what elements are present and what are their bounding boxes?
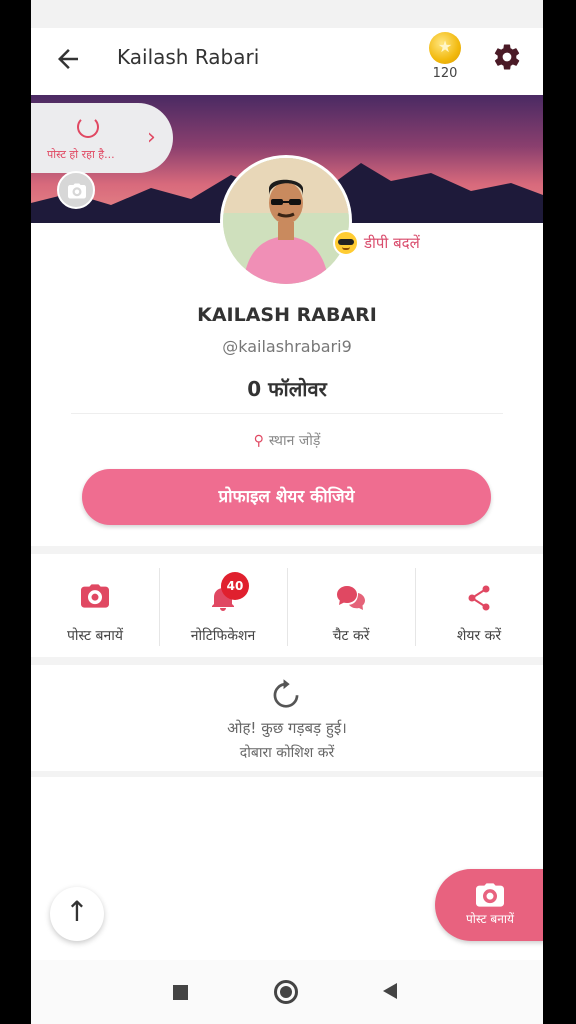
notification-badge: 40 (221, 572, 249, 600)
add-location-link[interactable]: ⚲ स्थान जोड़ें (31, 431, 543, 450)
scroll-to-top-button[interactable]: ↑ (50, 887, 104, 941)
camera-icon (476, 883, 504, 907)
retry-button[interactable] (271, 678, 301, 714)
chat-label: चैट करें (332, 628, 370, 644)
error-state: ओह! कुछ गड़बड़ हुई। दोबारा कोशिश करें (31, 666, 543, 770)
chat-action[interactable]: चैट करें (287, 562, 415, 652)
create-post-action[interactable]: पोस्ट बनायें (31, 562, 159, 652)
coin-count: 120 (432, 66, 458, 81)
coin-balance[interactable]: ★ 120 (427, 32, 463, 81)
section-divider (31, 771, 543, 777)
share-action[interactable]: शेयर करें (415, 562, 543, 652)
divider (71, 413, 503, 414)
status-bar (31, 0, 543, 28)
settings-button[interactable] (492, 42, 522, 72)
star-coin-icon: ★ (429, 32, 461, 64)
home-icon[interactable] (274, 980, 298, 1004)
section-divider (31, 546, 543, 554)
camera-icon (81, 584, 109, 608)
system-nav-bar (31, 960, 543, 1024)
error-message: ओह! कुछ गड़बड़ हुई। (227, 719, 347, 737)
location-pin-icon: ⚲ (253, 433, 264, 449)
recents-icon[interactable] (173, 985, 188, 1000)
change-dp-label: डीपी बदलें (364, 234, 420, 252)
share-label: शेयर करें (456, 628, 502, 644)
create-post-label: पोस्ट बनायें (66, 628, 124, 644)
arrow-up-icon: ↑ (65, 895, 89, 928)
notifications-action[interactable]: नोटिफिकेशन (159, 562, 287, 652)
page-title: Kailash Rabari (117, 45, 260, 69)
loading-spinner-icon (77, 116, 99, 138)
profile-avatar[interactable] (220, 155, 352, 287)
posting-status-text: पोस्ट हो रहा है... (47, 148, 115, 161)
notifications-label: नोटिफिकेशन (190, 628, 256, 644)
add-location-label: स्थान जोड़ें (268, 433, 321, 449)
section-divider (31, 657, 543, 665)
profile-handle: @kailashrabari9 (222, 337, 352, 356)
share-icon (468, 585, 490, 611)
posting-status-pill[interactable]: पोस्ट हो रहा है... › (31, 103, 173, 173)
retry-message[interactable]: दोबारा कोशिश करें (31, 743, 543, 762)
change-dp-button[interactable]: डीपी बदलें (333, 229, 420, 257)
profile-name: KAILASH RABARI (197, 304, 377, 326)
phone-screen: Kailash Rabari ★ 120 पोस्ट हो रहा है... … (31, 0, 543, 1024)
followers-count[interactable]: 0 फॉलोवर (31, 375, 543, 402)
avatar-photo (223, 158, 349, 284)
create-post-fab[interactable]: पोस्ट बनायें (435, 869, 543, 941)
back-arrow-icon (58, 49, 78, 69)
system-back-icon[interactable] (383, 983, 397, 999)
chevron-right-icon: › (147, 125, 156, 150)
fab-label: पोस्ट बनायें (465, 912, 515, 926)
camera-icon (68, 183, 86, 199)
back-button[interactable] (53, 44, 83, 74)
change-cover-button[interactable] (57, 171, 95, 209)
chat-bubbles-icon (337, 586, 365, 610)
share-profile-button[interactable]: प्रोफाइल शेयर कीजिये (82, 469, 491, 525)
sunglasses-emoji-icon (333, 230, 359, 256)
quick-actions: पोस्ट बनायें नोटिफिकेशन चैट करें शेयर कर… (31, 562, 543, 652)
app-bar: Kailash Rabari ★ 120 (31, 28, 543, 94)
gear-icon (494, 44, 520, 70)
refresh-icon (273, 679, 299, 708)
